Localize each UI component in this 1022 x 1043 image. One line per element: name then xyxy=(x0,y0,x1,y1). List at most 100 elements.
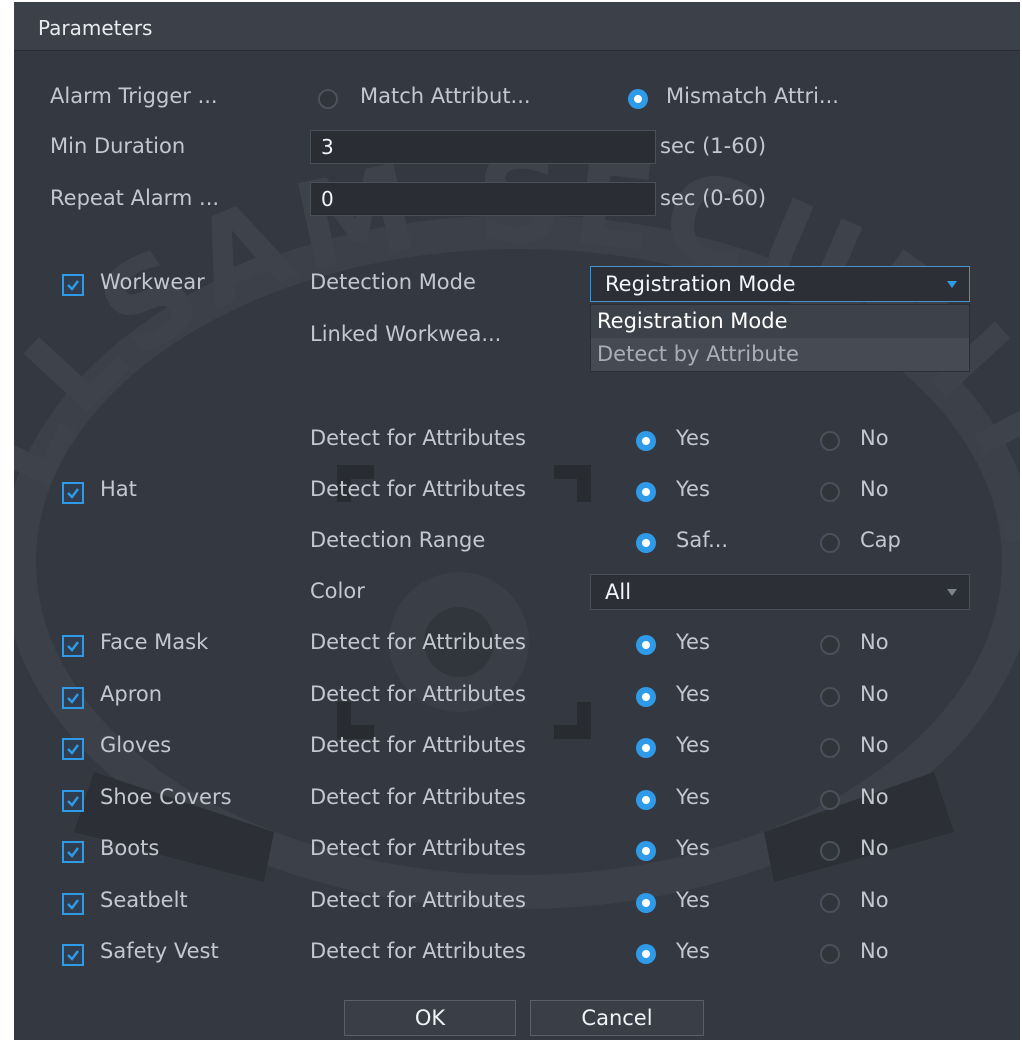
detection-range-label: Detection Range xyxy=(310,528,486,552)
check-icon xyxy=(67,899,79,910)
workwear-detect-label: Detect for Attributes xyxy=(310,426,526,450)
detection-mode-label: Detection Mode xyxy=(310,270,476,294)
face-mask-yes-radio[interactable] xyxy=(636,635,656,655)
hat-yes-label: Yes xyxy=(676,477,710,501)
safety-vest-yes-radio[interactable] xyxy=(636,944,656,964)
seatbelt-detect-label: Detect for Attributes xyxy=(310,888,526,912)
seatbelt-yes-radio[interactable] xyxy=(636,893,656,913)
dialog-title: Parameters xyxy=(38,16,153,40)
range-safety-radio[interactable] xyxy=(636,533,656,553)
workwear-checkbox[interactable] xyxy=(62,274,84,296)
shoe-covers-checkbox[interactable] xyxy=(62,790,84,812)
apron-no-radio[interactable] xyxy=(820,687,840,707)
parameters-dialog: LLSAM SECURITY Parameters Alarm Trigger … xyxy=(14,2,1020,1040)
safety-vest-no-label: No xyxy=(860,939,889,963)
repeat-alarm-input[interactable]: 0 xyxy=(310,182,656,216)
face-mask-checkbox[interactable] xyxy=(62,635,84,657)
boots-checkbox[interactable] xyxy=(62,841,84,863)
detection-mode-dropdown: Registration Mode Detect by Attribute xyxy=(590,304,970,372)
seatbelt-label: Seatbelt xyxy=(100,888,188,912)
shoe-covers-detect-label: Detect for Attributes xyxy=(310,785,526,809)
check-icon xyxy=(67,641,79,652)
linked-workwear-label: Linked Workwea... xyxy=(310,322,502,346)
chevron-down-icon xyxy=(947,281,957,288)
cancel-button[interactable]: Cancel xyxy=(530,1000,704,1036)
dropdown-option-registration-mode[interactable]: Registration Mode xyxy=(591,305,969,338)
face-mask-detect-label: Detect for Attributes xyxy=(310,630,526,654)
match-attribute-radio[interactable] xyxy=(318,89,338,109)
workwear-no-label: No xyxy=(860,426,889,450)
color-value: All xyxy=(605,580,632,604)
hat-no-radio[interactable] xyxy=(820,482,840,502)
apron-yes-radio[interactable] xyxy=(636,687,656,707)
shoe-covers-no-radio[interactable] xyxy=(820,790,840,810)
color-select[interactable]: All xyxy=(590,574,970,610)
apron-detect-label: Detect for Attributes xyxy=(310,682,526,706)
workwear-yes-radio[interactable] xyxy=(636,431,656,451)
boots-yes-radio[interactable] xyxy=(636,841,656,861)
shoe-covers-label: Shoe Covers xyxy=(100,785,232,809)
apron-checkbox[interactable] xyxy=(62,687,84,709)
detection-mode-value: Registration Mode xyxy=(605,272,796,296)
check-icon xyxy=(67,744,79,755)
hat-checkbox[interactable] xyxy=(62,482,84,504)
min-duration-unit: sec (1-60) xyxy=(660,134,767,158)
repeat-alarm-unit: sec (0-60) xyxy=(660,186,767,210)
boots-yes-label: Yes xyxy=(676,836,710,860)
shoe-covers-yes-label: Yes xyxy=(676,785,710,809)
shoe-covers-yes-radio[interactable] xyxy=(636,790,656,810)
check-icon xyxy=(67,796,79,807)
seatbelt-no-radio[interactable] xyxy=(820,893,840,913)
boots-label: Boots xyxy=(100,836,160,860)
dialog-header: Parameters xyxy=(14,2,1020,51)
seatbelt-yes-label: Yes xyxy=(676,888,710,912)
safety-vest-yes-label: Yes xyxy=(676,939,710,963)
check-icon xyxy=(67,847,79,858)
gloves-checkbox[interactable] xyxy=(62,738,84,760)
gloves-no-radio[interactable] xyxy=(820,738,840,758)
gloves-detect-label: Detect for Attributes xyxy=(310,733,526,757)
dropdown-option-detect-by-attribute[interactable]: Detect by Attribute xyxy=(591,338,969,371)
safety-vest-detect-label: Detect for Attributes xyxy=(310,939,526,963)
gloves-yes-label: Yes xyxy=(676,733,710,757)
color-label: Color xyxy=(310,579,365,603)
check-icon xyxy=(67,693,79,704)
workwear-label: Workwear xyxy=(100,270,205,294)
range-safety-label: Saf... xyxy=(676,528,729,552)
apron-yes-label: Yes xyxy=(676,682,710,706)
check-icon xyxy=(67,488,79,499)
safety-vest-no-radio[interactable] xyxy=(820,944,840,964)
chevron-down-icon xyxy=(947,589,957,596)
mismatch-attribute-radio[interactable] xyxy=(628,89,648,109)
range-cap-label: Cap xyxy=(860,528,901,552)
face-mask-yes-label: Yes xyxy=(676,630,710,654)
face-mask-label: Face Mask xyxy=(100,630,209,654)
face-mask-no-label: No xyxy=(860,630,889,654)
safety-vest-label: Safety Vest xyxy=(100,939,219,963)
boots-detect-label: Detect for Attributes xyxy=(310,836,526,860)
apron-label: Apron xyxy=(100,682,163,706)
match-attribute-label: Match Attribut... xyxy=(360,84,531,108)
boots-no-label: No xyxy=(860,836,889,860)
min-duration-label: Min Duration xyxy=(50,134,186,158)
hat-yes-radio[interactable] xyxy=(636,482,656,502)
boots-no-radio[interactable] xyxy=(820,841,840,861)
gloves-label: Gloves xyxy=(100,733,172,757)
gloves-yes-radio[interactable] xyxy=(636,738,656,758)
repeat-alarm-label: Repeat Alarm ... xyxy=(50,186,220,210)
detection-mode-select[interactable]: Registration Mode xyxy=(590,266,970,302)
workwear-no-radio[interactable] xyxy=(820,431,840,451)
alarm-trigger-label: Alarm Trigger ... xyxy=(50,84,218,108)
face-mask-no-radio[interactable] xyxy=(820,635,840,655)
gloves-no-label: No xyxy=(860,733,889,757)
min-duration-input[interactable]: 3 xyxy=(310,130,656,164)
check-icon xyxy=(67,280,79,291)
seatbelt-checkbox[interactable] xyxy=(62,893,84,915)
safety-vest-checkbox[interactable] xyxy=(62,944,84,966)
apron-no-label: No xyxy=(860,682,889,706)
hat-no-label: No xyxy=(860,477,889,501)
ok-button[interactable]: OK xyxy=(344,1000,516,1036)
hat-detect-label: Detect for Attributes xyxy=(310,477,526,501)
range-cap-radio[interactable] xyxy=(820,533,840,553)
check-icon xyxy=(67,950,79,961)
